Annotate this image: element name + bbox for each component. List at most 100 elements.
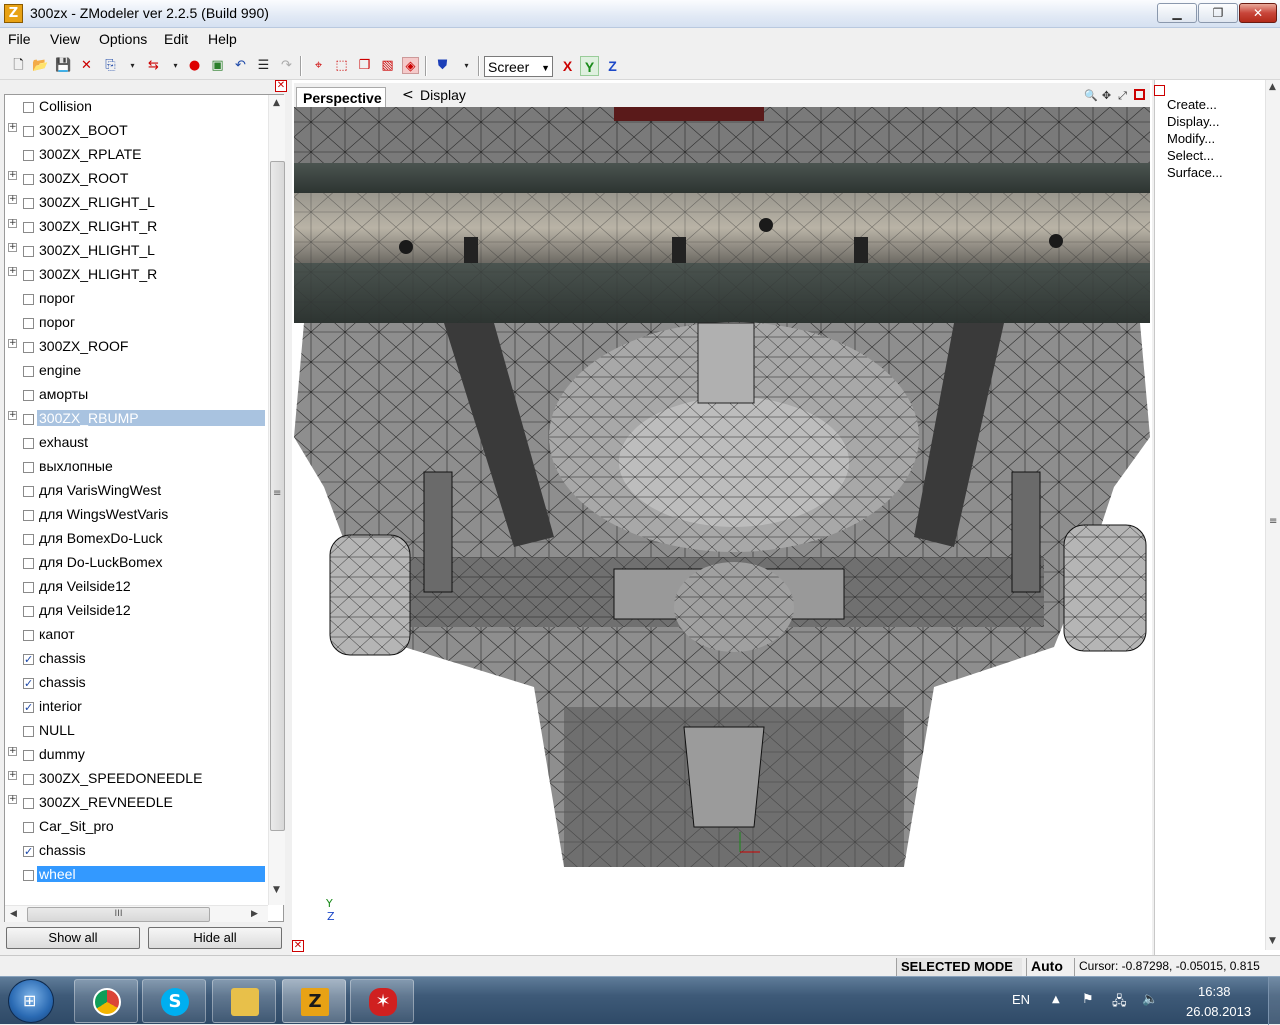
axis-z-toggle[interactable]: Z bbox=[603, 56, 622, 76]
tree-row[interactable]: 300ZX_RPLATE bbox=[5, 143, 267, 167]
3d-viewport-canvas[interactable]: Y Z bbox=[294, 107, 1150, 947]
visibility-checkbox[interactable]: ✓ bbox=[23, 678, 34, 689]
visibility-checkbox[interactable] bbox=[23, 150, 34, 161]
visibility-checkbox[interactable] bbox=[23, 726, 34, 737]
pan-icon[interactable]: ✥ bbox=[1100, 89, 1113, 102]
create-menu-link[interactable]: Create... bbox=[1167, 97, 1217, 112]
scroll-left-icon[interactable]: ◀ bbox=[10, 909, 17, 919]
box-mode-icon[interactable]: ▧ bbox=[379, 57, 396, 74]
zoom-extents-icon[interactable]: ⤢ bbox=[1116, 89, 1129, 102]
tab-perspective[interactable]: Perspective bbox=[296, 87, 386, 108]
visibility-checkbox[interactable] bbox=[23, 198, 34, 209]
tree-row[interactable]: engine bbox=[5, 359, 267, 383]
tree-row[interactable]: ✓ chassis bbox=[5, 671, 267, 695]
notes-icon[interactable]: ☰ bbox=[255, 57, 272, 74]
menu-options[interactable]: Options bbox=[99, 31, 147, 47]
tree-row[interactable]: wheel bbox=[5, 863, 267, 887]
visibility-checkbox[interactable] bbox=[23, 510, 34, 521]
tree-row[interactable]: Car_Sit_pro bbox=[5, 815, 267, 839]
maximize-viewport-icon[interactable] bbox=[1134, 89, 1145, 100]
scroll-up-icon[interactable]: ▲ bbox=[273, 98, 280, 108]
zmodeler-app-icon[interactable]: Z bbox=[4, 4, 23, 23]
expand-plus-icon[interactable]: + bbox=[8, 267, 17, 276]
tree-row[interactable]: +300ZX_RLIGHT_R bbox=[5, 215, 267, 239]
texture-icon[interactable]: ▣ bbox=[209, 57, 226, 74]
hide-all-button[interactable]: Hide all bbox=[148, 927, 282, 949]
visibility-checkbox[interactable] bbox=[23, 462, 34, 473]
start-button[interactable]: ⊞ bbox=[8, 979, 54, 1023]
close-panel-icon[interactable]: ✕ bbox=[275, 80, 287, 92]
tree-row[interactable]: для Do-LuckBomex bbox=[5, 551, 267, 575]
coordinate-space-select[interactable]: Screer ▼ bbox=[484, 56, 553, 77]
command-panel-scrollbar[interactable]: ▲ ≡ ▼ bbox=[1265, 80, 1280, 950]
tree-row[interactable]: + dummy bbox=[5, 743, 267, 767]
export-dropdown-icon[interactable]: ▾ bbox=[167, 57, 184, 74]
menu-help[interactable]: Help bbox=[208, 31, 237, 47]
undo-icon[interactable]: ↶ bbox=[232, 57, 249, 74]
visibility-checkbox[interactable] bbox=[23, 582, 34, 593]
save-icon[interactable]: 💾 bbox=[55, 57, 72, 74]
tree-row[interactable]: +300ZX_HLIGHT_R bbox=[5, 263, 267, 287]
visibility-checkbox[interactable] bbox=[23, 414, 34, 425]
clock-date[interactable]: 26.08.2013 bbox=[1186, 1004, 1251, 1019]
visibility-checkbox[interactable]: ✓ bbox=[23, 702, 34, 713]
tree-row[interactable]: для VarisWingWest bbox=[5, 479, 267, 503]
expand-plus-icon[interactable]: + bbox=[8, 771, 17, 780]
visibility-checkbox[interactable] bbox=[23, 294, 34, 305]
minimize-button[interactable]: ▁ bbox=[1157, 3, 1197, 23]
tree-row[interactable]: +300ZX_ROOF bbox=[5, 335, 267, 359]
clock-time[interactable]: 16:38 bbox=[1198, 984, 1231, 999]
visibility-checkbox[interactable] bbox=[23, 318, 34, 329]
tree-row[interactable]: ✓ chassis bbox=[5, 839, 267, 863]
tree-row[interactable]: ✓ chassis bbox=[5, 647, 267, 671]
axis-x-toggle[interactable]: X bbox=[558, 56, 577, 76]
expand-plus-icon[interactable]: + bbox=[8, 795, 17, 804]
menu-edit[interactable]: Edit bbox=[164, 31, 188, 47]
tree-row[interactable]: аморты bbox=[5, 383, 267, 407]
display-menu-link[interactable]: Display... bbox=[1167, 114, 1220, 129]
visibility-checkbox[interactable] bbox=[23, 438, 34, 449]
visibility-checkbox[interactable] bbox=[23, 270, 34, 281]
select-menu-link[interactable]: Select... bbox=[1167, 148, 1214, 163]
visibility-checkbox[interactable] bbox=[23, 798, 34, 809]
visibility-checkbox[interactable] bbox=[23, 822, 34, 833]
taskbar-skype[interactable]: S bbox=[142, 979, 206, 1023]
shield-icon[interactable]: ⛊ bbox=[434, 57, 451, 74]
tree-row[interactable]: Collision bbox=[5, 95, 267, 119]
visibility-checkbox[interactable] bbox=[23, 126, 34, 137]
taskbar-app[interactable]: ✶ bbox=[350, 979, 414, 1023]
close-command-panel-icon[interactable] bbox=[1154, 85, 1165, 96]
tree-row[interactable]: +300ZX_RLIGHT_L bbox=[5, 191, 267, 215]
expand-plus-icon[interactable]: + bbox=[8, 171, 17, 180]
visibility-checkbox[interactable] bbox=[23, 558, 34, 569]
show-all-button[interactable]: Show all bbox=[6, 927, 140, 949]
scroll-down-icon[interactable]: ▼ bbox=[273, 885, 280, 895]
expand-plus-icon[interactable]: + bbox=[8, 747, 17, 756]
tree-row[interactable]: для Veilside12 bbox=[5, 575, 267, 599]
menu-file[interactable]: File bbox=[8, 31, 31, 47]
display-back-icon[interactable]: < bbox=[402, 87, 414, 103]
tree-row[interactable]: +300ZX_SPEEDONEEDLE bbox=[5, 767, 267, 791]
tree-row[interactable]: exhaust bbox=[5, 431, 267, 455]
visibility-checkbox[interactable] bbox=[23, 534, 34, 545]
tree-row[interactable]: для BomexDo-Luck bbox=[5, 527, 267, 551]
tree-row[interactable]: +300ZX_REVNEEDLE bbox=[5, 791, 267, 815]
taskbar-zmodeler[interactable]: Z bbox=[282, 979, 346, 1023]
maximize-button[interactable]: ❐ bbox=[1198, 3, 1238, 23]
visibility-checkbox[interactable] bbox=[23, 606, 34, 617]
network-icon[interactable]: 🖧 bbox=[1112, 992, 1127, 1014]
shield-dropdown-icon[interactable]: ▾ bbox=[458, 57, 475, 74]
visibility-checkbox[interactable] bbox=[23, 174, 34, 185]
expand-plus-icon[interactable]: + bbox=[8, 219, 17, 228]
visibility-checkbox[interactable] bbox=[23, 222, 34, 233]
export-icon[interactable]: ⇆ bbox=[145, 57, 162, 74]
taskbar-chrome[interactable] bbox=[74, 979, 138, 1023]
tree-row[interactable]: порог bbox=[5, 311, 267, 335]
visibility-checkbox[interactable] bbox=[23, 486, 34, 497]
visibility-checkbox[interactable] bbox=[23, 246, 34, 257]
visibility-checkbox[interactable] bbox=[23, 630, 34, 641]
tree-row[interactable]: +300ZX_ROOT bbox=[5, 167, 267, 191]
face-mode-icon[interactable]: ⬚ bbox=[333, 57, 350, 74]
tree-row[interactable]: NULL bbox=[5, 719, 267, 743]
close-viewport-icon[interactable]: ✕ bbox=[292, 940, 304, 952]
